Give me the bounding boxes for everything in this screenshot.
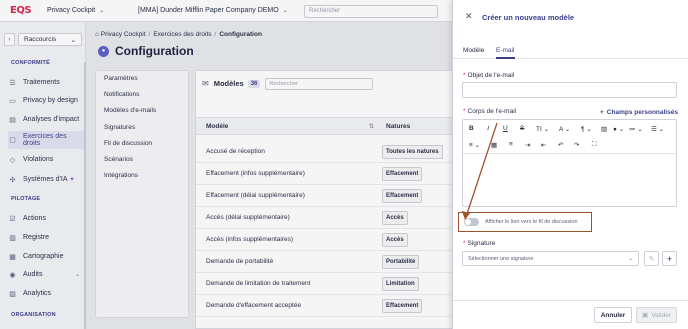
- signature-select-placeholder: Sélectionner une signature: [468, 256, 534, 262]
- bold-button[interactable]: B: [469, 125, 474, 132]
- validate-button[interactable]: ▣ Valider: [636, 307, 677, 323]
- chevron-down-icon: ⌄: [586, 126, 592, 133]
- custom-fields-label: Champs personnalisés: [606, 109, 678, 116]
- drawer-title: Créer un nouveau modèle: [482, 13, 575, 22]
- fullscreen-icon[interactable]: ⛶: [592, 141, 597, 149]
- drawer-tabs: Modèle E-mail: [453, 40, 688, 59]
- signature-label: * Signature: [463, 240, 495, 247]
- save-icon: ▣: [642, 312, 649, 319]
- create-template-drawer: ✕ Créer un nouveau modèle Modèle E-mail …: [452, 0, 688, 329]
- toggle-knob: [465, 219, 471, 225]
- chevron-down-icon: ⌄: [543, 126, 550, 133]
- pencil-icon: ✎: [648, 255, 655, 263]
- body-label: * Corps de l'e-mail: [463, 108, 516, 115]
- tab-email[interactable]: E-mail: [496, 47, 514, 54]
- modal-backdrop[interactable]: [0, 0, 452, 329]
- ordered-list-icon[interactable]: ≔ ⌄: [629, 125, 643, 133]
- font-color-button[interactable]: A ⌄: [559, 125, 570, 133]
- edit-signature-button[interactable]: ✎: [644, 251, 659, 266]
- font-color-label: A: [559, 126, 563, 133]
- indent-icon[interactable]: ⇥: [525, 141, 530, 149]
- bullet-list-icon[interactable]: ☰ ⌄: [651, 125, 664, 133]
- editor-toolbar-row-2: ≡ ⌄ ▦ ≡ ⇥ ⇤ ↶ ↷ ⛶: [463, 138, 676, 153]
- validate-label: Valider: [651, 311, 671, 319]
- text-size-button[interactable]: TI ⌄: [536, 125, 549, 133]
- chevron-down-icon: ⌄: [474, 142, 481, 149]
- outdent-icon[interactable]: ⇤: [541, 141, 546, 149]
- chevron-down-icon: ⌄: [637, 126, 643, 133]
- custom-fields-button[interactable]: + Champs personnalisés: [600, 109, 678, 116]
- discussion-link-toggle[interactable]: [464, 218, 479, 226]
- close-icon[interactable]: ✕: [465, 11, 473, 22]
- tab-modele[interactable]: Modèle: [463, 47, 484, 54]
- add-signature-button[interactable]: +: [662, 251, 677, 266]
- editor-toolbar-row-1: B I U S TI ⌄ A ⌄ ¶ ⌄ ▨ ● ⌄ ≔ ⌄ ☰ ⌄: [463, 122, 676, 137]
- paragraph-label: ¶: [581, 126, 585, 133]
- chevron-down-icon: ⌄: [627, 256, 633, 262]
- italic-button[interactable]: I: [487, 125, 489, 132]
- color-picker-icon[interactable]: ● ⌄: [613, 125, 624, 133]
- active-tab-indicator: [496, 57, 515, 59]
- insert-table-icon[interactable]: ▦: [491, 141, 497, 149]
- paragraph-button[interactable]: ¶ ⌄: [581, 125, 592, 133]
- email-subject-input[interactable]: [462, 82, 677, 98]
- chevron-down-icon: ⌄: [564, 126, 571, 133]
- undo-icon[interactable]: ↶: [558, 141, 563, 149]
- required-marker: *: [463, 108, 466, 115]
- email-body-textarea[interactable]: [463, 153, 676, 207]
- subject-label: * Objet de l'e-mail: [463, 72, 514, 79]
- drawer-footer: Annuler ▣ Valider: [453, 300, 688, 329]
- strikethrough-button[interactable]: S: [520, 125, 524, 132]
- signature-select[interactable]: Sélectionner une signature ⌄: [462, 251, 639, 266]
- signature-label-text: Signature: [467, 240, 496, 247]
- subject-label-text: Objet de l'e-mail: [467, 72, 515, 79]
- underline-button[interactable]: U: [503, 125, 508, 132]
- required-marker: *: [463, 72, 466, 79]
- align-list-icon[interactable]: ≡ ⌄: [469, 141, 480, 149]
- insert-image-icon[interactable]: ▨: [601, 125, 607, 133]
- body-label-text: Corps de l'e-mail: [467, 108, 517, 115]
- plus-icon: +: [600, 109, 604, 116]
- discussion-link-toggle-row: Afficher le lien vers le fil de discussi…: [458, 212, 592, 232]
- text-size-label: TI: [536, 126, 542, 133]
- required-marker: *: [463, 240, 466, 247]
- align-left-icon[interactable]: ≡: [509, 141, 513, 148]
- email-body-editor: B I U S TI ⌄ A ⌄ ¶ ⌄ ▨ ● ⌄ ≔ ⌄ ☰ ⌄ ≡ ⌄ ▦…: [462, 119, 677, 207]
- chevron-down-icon: ⌄: [618, 126, 625, 133]
- redo-icon[interactable]: ↷: [574, 141, 579, 149]
- chevron-down-icon: ⌄: [658, 126, 665, 133]
- discussion-link-toggle-label: Afficher le lien vers le fil de discussi…: [485, 219, 578, 225]
- plus-icon: +: [666, 253, 673, 264]
- cancel-button[interactable]: Annuler: [594, 307, 632, 323]
